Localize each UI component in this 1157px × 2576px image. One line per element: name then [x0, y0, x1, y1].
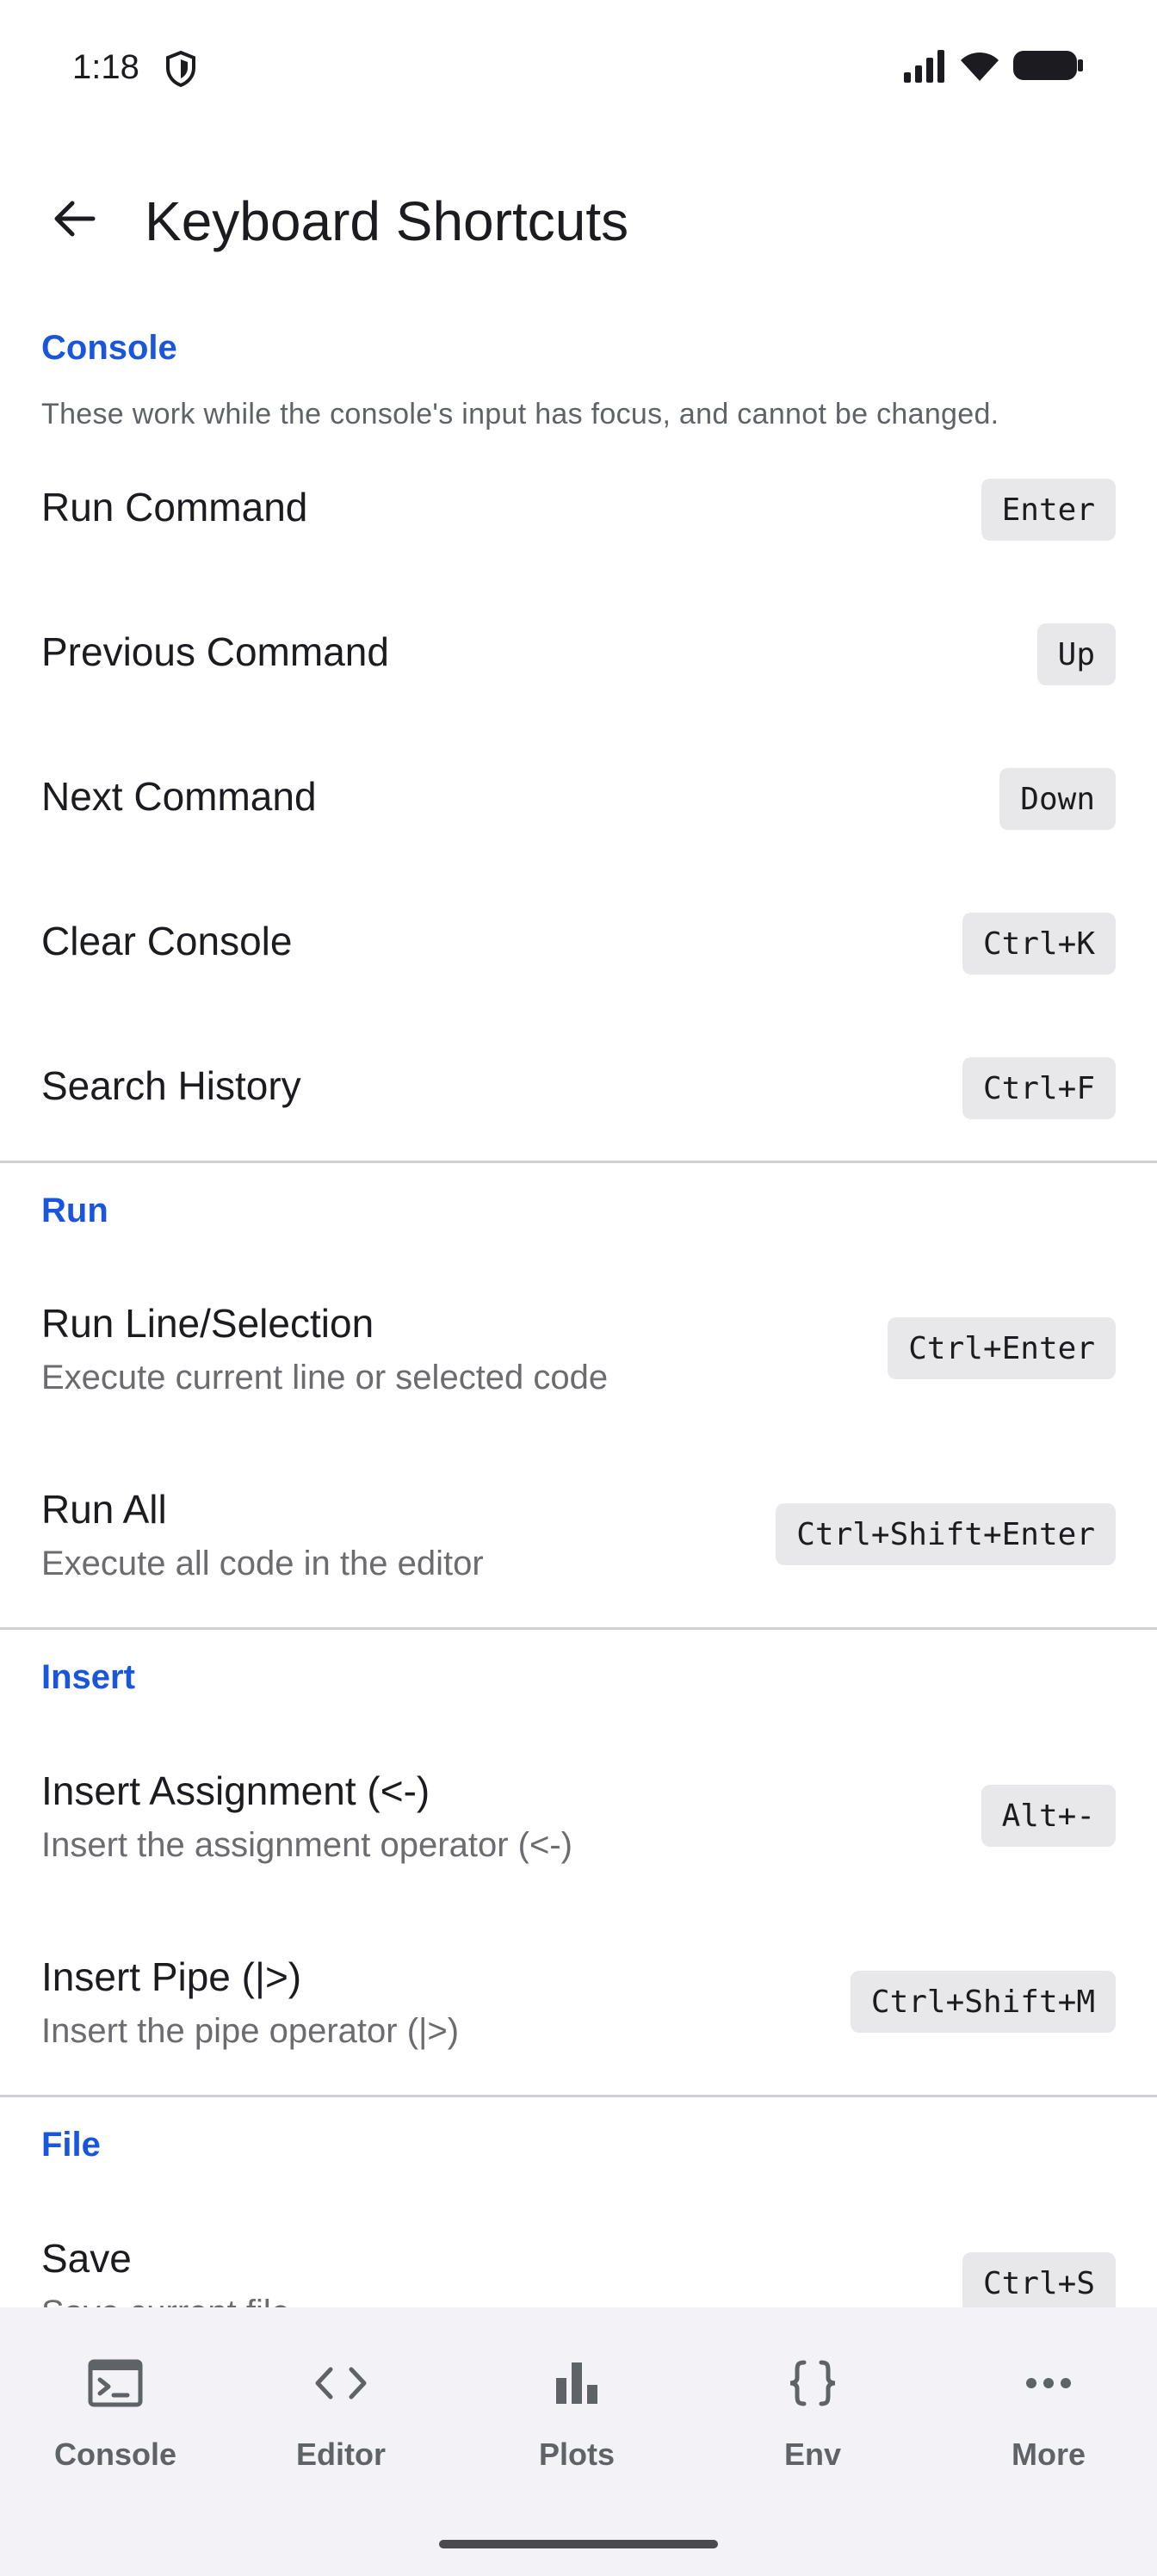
status-bar: 1:18: [0, 0, 1157, 138]
nav-item-plots[interactable]: Plots: [461, 2307, 692, 2505]
section-header-file: File: [41, 2126, 101, 2164]
section-divider: [0, 1627, 1157, 1630]
shortcut-key: Ctrl+K: [962, 913, 1116, 975]
home-indicator[interactable]: [439, 2540, 718, 2548]
arrow-back-icon: [54, 201, 96, 237]
shortcut-key: Alt+-: [981, 1785, 1116, 1847]
shortcut-row-run-line-selection[interactable]: Run Line/Selection Execute current line …: [0, 1283, 1157, 1429]
shortcut-title: Previous Command: [41, 629, 389, 674]
shortcut-title: Run Line/Selection: [41, 1301, 374, 1346]
wifi-icon: [959, 48, 1000, 87]
shortcut-key: Ctrl+Enter: [888, 1317, 1116, 1379]
nav-label: More: [1011, 2437, 1086, 2472]
nav-item-more[interactable]: More: [933, 2307, 1157, 2505]
shortcut-row-run-command[interactable]: Run Command Enter: [0, 456, 1157, 560]
section-header-run: Run: [41, 1192, 108, 1229]
nav-label: Console: [53, 2437, 176, 2472]
shortcut-row-insert-pipe[interactable]: Insert Pipe (|>) Insert the pipe operato…: [0, 1936, 1157, 2083]
shortcut-subtitle: Execute all code in the editor: [41, 1545, 484, 1582]
nav-label: Plots: [538, 2437, 615, 2472]
shortcut-title: Insert Assignment (<-): [41, 1768, 430, 1813]
shield-icon: [164, 50, 198, 88]
status-time: 1:18: [72, 48, 139, 86]
shortcut-key: Ctrl+Shift+Enter: [776, 1503, 1116, 1565]
nav-label: Editor: [296, 2437, 386, 2472]
shortcut-row-clear-console[interactable]: Clear Console Ctrl+K: [0, 890, 1157, 994]
nav-item-env[interactable]: Env: [697, 2307, 928, 2505]
shortcut-row-insert-assignment[interactable]: Insert Assignment (<-) Insert the assign…: [0, 1750, 1157, 1897]
shortcut-row-next-command[interactable]: Next Command Down: [0, 746, 1157, 849]
app-bar: Keyboard Shortcuts: [0, 164, 1157, 276]
shortcut-row-run-all[interactable]: Run All Execute all code in the editor C…: [0, 1469, 1157, 1615]
shortcut-key: Up: [1036, 623, 1116, 685]
section-header-console: Console: [41, 329, 177, 367]
page-title: Keyboard Shortcuts: [145, 190, 629, 252]
more-horizontal-icon: [1018, 2352, 1080, 2414]
shortcut-title: Run All: [41, 1487, 167, 1532]
section-note-console: These work while the console's input has…: [41, 398, 999, 430]
status-icons: [902, 48, 1085, 86]
shortcut-key: Enter: [981, 479, 1116, 541]
shortcut-title: Run Command: [41, 485, 308, 529]
code-icon: [310, 2352, 372, 2414]
shortcut-row-previous-command[interactable]: Previous Command Up: [0, 601, 1157, 704]
shortcut-key: Ctrl+F: [962, 1057, 1116, 1119]
battery-icon: [1012, 48, 1085, 87]
shortcut-title: Save: [41, 2236, 132, 2281]
shortcut-row-search-history[interactable]: Search History Ctrl+F: [0, 1035, 1157, 1138]
terminal-icon: [84, 2352, 146, 2414]
shortcut-title: Clear Console: [41, 919, 293, 963]
nav-item-console[interactable]: Console: [0, 2307, 231, 2505]
signal-icon: [902, 48, 947, 87]
shortcut-title: Next Command: [41, 774, 317, 819]
section-divider: [0, 2095, 1157, 2097]
shortcut-key: Down: [999, 768, 1116, 830]
shortcut-subtitle: Insert the assignment operator (<-): [41, 1826, 572, 1864]
shortcut-key: Ctrl+S: [962, 2252, 1116, 2314]
bar-chart-icon: [546, 2352, 608, 2414]
back-button[interactable]: [36, 181, 112, 257]
shortcut-title: Insert Pipe (|>): [41, 1954, 302, 1999]
section-header-insert: Insert: [41, 1658, 135, 1696]
shortcut-subtitle: Execute current line or selected code: [41, 1359, 609, 1396]
nav-label: Env: [783, 2437, 842, 2472]
bottom-navigation: Console Editor Plots Env More: [0, 2307, 1157, 2576]
section-divider: [0, 1161, 1157, 1163]
nav-item-editor[interactable]: Editor: [226, 2307, 456, 2505]
shortcut-title: Search History: [41, 1063, 301, 1108]
braces-icon: [782, 2352, 844, 2414]
shortcut-key: Ctrl+Shift+M: [850, 1971, 1116, 2033]
shortcut-subtitle: Insert the pipe operator (|>): [41, 2012, 460, 2050]
